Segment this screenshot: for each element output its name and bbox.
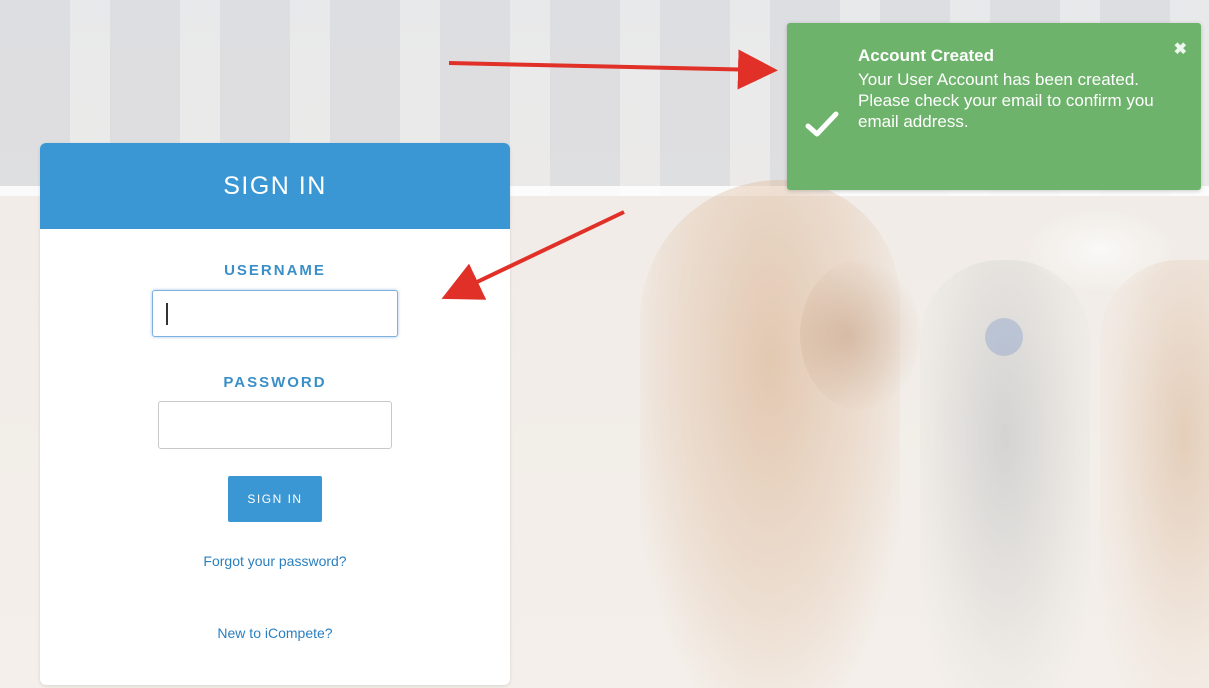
arrow-to-username (441, 210, 625, 300)
annotation-arrows (441, 49, 778, 300)
arrow-to-toast (448, 49, 778, 90)
